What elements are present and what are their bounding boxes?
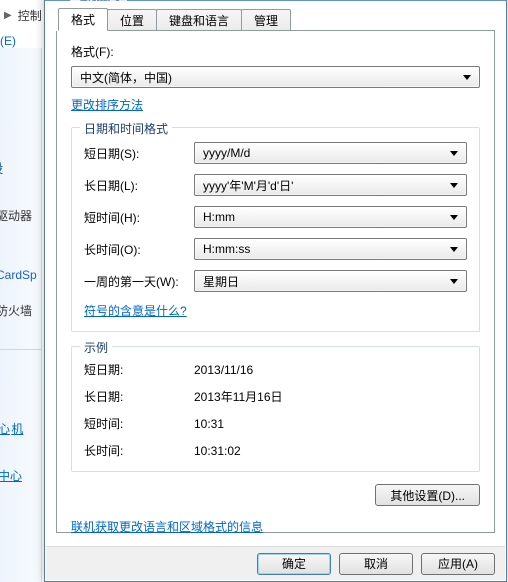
dialog-body: 格式 位置 键盘和语言 管理 格式(F): 中文(简体，中国) 更改排序方法 日… (46, 1, 505, 547)
example-short-date-label: 短日期: (84, 361, 194, 378)
chevron-right-icon: ▶ (4, 10, 12, 21)
example-short-date-value: 2013/11/16 (194, 363, 467, 377)
sidebar-item[interactable]: 防火墙 (0, 302, 41, 319)
sidebar: L的设 驱动器 CardSp 防火墙 心 机 中心 (0, 48, 42, 582)
tab-label: 位置 (120, 12, 144, 29)
tab-admin[interactable]: 管理 (241, 9, 291, 30)
example-long-date-label: 长日期: (84, 388, 194, 405)
first-day-dropdown[interactable]: 星期日 (194, 270, 467, 292)
panel-link-fragment[interactable]: (E) (0, 34, 16, 48)
first-day-label: 一周的第一天(W): (84, 273, 194, 290)
chevron-down-icon (446, 273, 462, 289)
see-also-link[interactable]: 机 (11, 420, 23, 437)
tab-label: 格式 (71, 11, 95, 28)
long-date-dropdown[interactable]: yyyy'年'M'月'd'日' (194, 174, 467, 196)
tab-label: 键盘和语言 (169, 12, 229, 29)
short-date-label: 短日期(S): (84, 145, 194, 162)
short-time-value: H:mm (203, 210, 446, 224)
online-info-link[interactable]: 联机获取更改语言和区域格式的信息 (71, 518, 263, 535)
example-long-date-value: 2013年11月16日 (194, 388, 467, 405)
apply-button[interactable]: 应用(A) (421, 553, 495, 575)
symbol-meaning-link[interactable]: 符号的含意是什么? (84, 302, 187, 319)
see-also-link[interactable]: 中心 (0, 467, 22, 484)
ok-button[interactable]: 确定 (257, 553, 331, 575)
see-also-link[interactable]: 心 (0, 420, 10, 437)
short-date-value: yyyy/M/d (203, 146, 446, 160)
breadcrumb: ▶ 控制 (0, 4, 42, 26)
tab-location[interactable]: 位置 (107, 9, 157, 30)
page-heading-fragment: L的设 (0, 158, 41, 177)
breadcrumb-item[interactable]: 控制 (18, 7, 42, 24)
long-date-value: yyyy'年'M'月'd'日' (203, 177, 446, 194)
group-legend: 示例 (80, 339, 112, 356)
chevron-down-icon (446, 241, 462, 257)
format-dropdown[interactable]: 中文(简体，中国) (71, 66, 480, 88)
short-time-dropdown[interactable]: H:mm (194, 206, 467, 228)
example-short-time-label: 短时间: (84, 415, 194, 432)
format-dropdown-value: 中文(简体，中国) (80, 69, 459, 86)
sidebar-item[interactable]: 驱动器 (0, 207, 41, 224)
long-time-dropdown[interactable]: H:mm:ss (194, 238, 467, 260)
example-long-time-value: 10:31:02 (194, 444, 467, 458)
format-label: 格式(F): (71, 43, 480, 60)
tab-label: 管理 (254, 12, 278, 29)
button-label: 应用(A) (438, 555, 478, 572)
chevron-down-icon (446, 209, 462, 225)
example-long-time-label: 长时间: (84, 442, 194, 459)
dialog-button-bar: 确定 取消 应用(A) (46, 546, 505, 580)
long-date-label: 长日期(L): (84, 177, 194, 194)
sidebar-item[interactable]: CardSp (0, 268, 41, 282)
tab-strip: 格式 位置 键盘和语言 管理 (58, 7, 495, 31)
region-language-dialog: 区域和语言 格式 位置 键盘和语言 管理 格式(F): 中文(简体，中国) 更改… (44, 0, 507, 582)
button-label: 取消 (364, 555, 388, 572)
group-legend: 日期和时间格式 (80, 120, 172, 137)
short-time-label: 短时间(H): (84, 209, 194, 226)
example-group: 示例 短日期: 2013/11/16 长日期: 2013年11月16日 短时间:… (71, 346, 480, 472)
example-short-time-value: 10:31 (194, 417, 467, 431)
first-day-value: 星期日 (203, 273, 446, 290)
button-label: 其他设置(D)... (390, 487, 465, 504)
tab-format[interactable]: 格式 (58, 8, 108, 31)
chevron-down-icon (446, 177, 462, 193)
additional-settings-button[interactable]: 其他设置(D)... (375, 484, 480, 506)
tab-panel-format: 格式(F): 中文(简体，中国) 更改排序方法 日期和时间格式 短日期(S): … (56, 31, 495, 533)
button-label: 确定 (282, 555, 306, 572)
long-time-label: 长时间(O): (84, 241, 194, 258)
chevron-down-icon (459, 69, 475, 85)
long-time-value: H:mm:ss (203, 242, 446, 256)
cancel-button[interactable]: 取消 (339, 553, 413, 575)
short-date-dropdown[interactable]: yyyy/M/d (194, 142, 467, 164)
datetime-format-group: 日期和时间格式 短日期(S): yyyy/M/d 长日期(L): yyy (71, 127, 480, 332)
divider (0, 349, 42, 350)
change-sort-link[interactable]: 更改排序方法 (71, 96, 143, 113)
chevron-down-icon (446, 145, 462, 161)
tab-keyboard-languages[interactable]: 键盘和语言 (156, 9, 242, 30)
